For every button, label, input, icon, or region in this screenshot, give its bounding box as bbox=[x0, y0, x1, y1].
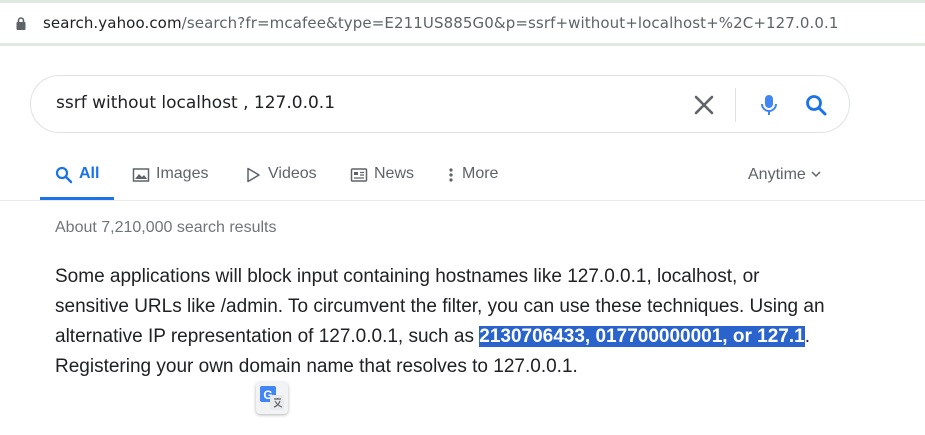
play-icon bbox=[247, 167, 260, 183]
lock-icon[interactable] bbox=[16, 17, 26, 30]
image-icon bbox=[132, 168, 150, 182]
tab-label: Videos bbox=[268, 165, 317, 182]
url-text[interactable]: search.yahoo.com/search?fr=mcafee&type=E… bbox=[43, 14, 839, 32]
clear-search-button[interactable] bbox=[689, 90, 719, 120]
browser-toolbar: search.yahoo.com/search?fr=mcafee&type=E… bbox=[0, 0, 925, 46]
tab-videos[interactable]: Videos bbox=[244, 165, 317, 201]
time-filter-dropdown[interactable]: Anytime bbox=[748, 166, 822, 184]
search-icon bbox=[806, 95, 827, 116]
tab-label: More bbox=[462, 165, 499, 182]
tab-news[interactable]: News bbox=[350, 165, 414, 201]
tabs-divider bbox=[0, 200, 925, 201]
translate-icon: G bbox=[260, 386, 284, 410]
search-input[interactable]: ssrf without localhost , 127.0.0.1 bbox=[56, 93, 335, 113]
time-filter-label: Anytime bbox=[748, 166, 806, 183]
tab-label: News bbox=[374, 165, 415, 182]
newspaper-icon bbox=[350, 168, 368, 182]
more-vertical-icon bbox=[449, 168, 453, 182]
microphone-icon bbox=[761, 95, 777, 115]
tab-images[interactable]: Images bbox=[132, 165, 208, 201]
search-box-divider bbox=[735, 88, 736, 122]
search-icon bbox=[55, 166, 73, 184]
result-count: About 7,210,000 search results bbox=[55, 219, 277, 236]
tab-more[interactable]: More bbox=[446, 165, 498, 201]
close-icon bbox=[694, 95, 714, 115]
url-path: /search?fr=mcafee&type=E211US885G0&p=ssr… bbox=[181, 14, 839, 32]
voice-search-button[interactable] bbox=[757, 90, 781, 120]
tab-label: All bbox=[79, 165, 100, 182]
translate-button[interactable]: G bbox=[256, 382, 288, 414]
search-box[interactable]: ssrf without localhost , 127.0.0.1 bbox=[30, 75, 850, 133]
featured-snippet: Some applications will block input conta… bbox=[55, 262, 835, 382]
search-submit-button[interactable] bbox=[803, 90, 829, 120]
url-host: search.yahoo.com bbox=[43, 14, 182, 32]
chevron-down-icon bbox=[811, 171, 821, 178]
tab-label: Images bbox=[156, 165, 209, 182]
address-bar[interactable]: search.yahoo.com/search?fr=mcafee&type=E… bbox=[0, 3, 925, 43]
snippet-selected-text[interactable]: 2130706433, 017700000001, or 127.1 bbox=[479, 326, 805, 347]
tab-all[interactable]: All bbox=[55, 165, 99, 201]
